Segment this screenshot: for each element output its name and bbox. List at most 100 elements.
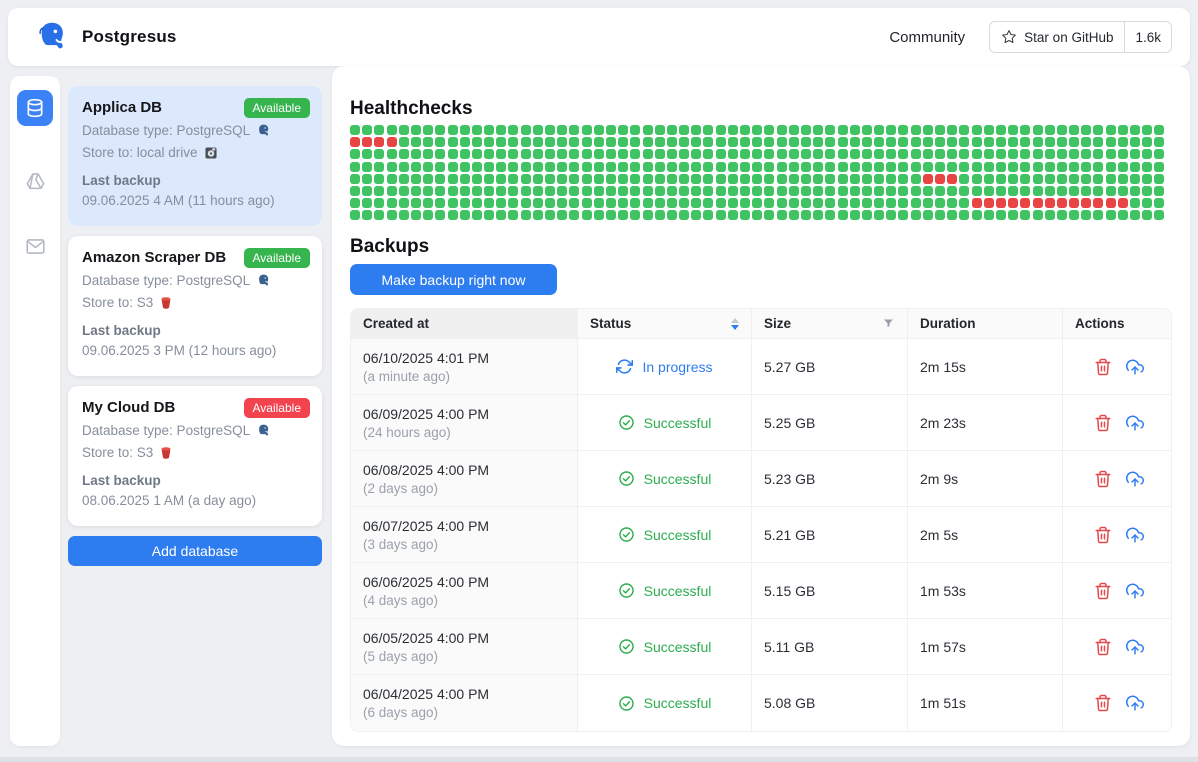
healthcheck-cell <box>898 174 908 184</box>
delete-backup-button[interactable] <box>1094 582 1112 600</box>
duration-cell: 1m 51s <box>908 675 1063 731</box>
healthcheck-cell <box>959 125 969 135</box>
star-on-github-segment[interactable]: Star on GitHub <box>990 22 1124 52</box>
healthcheck-cell <box>472 198 482 208</box>
make-backup-button[interactable]: Make backup right now <box>350 264 557 295</box>
healthcheck-cell <box>716 125 726 135</box>
restore-backup-button[interactable] <box>1126 414 1144 432</box>
healthcheck-cell <box>1033 149 1043 159</box>
nav-item-databases[interactable] <box>17 90 53 126</box>
healthcheck-cell <box>850 186 860 196</box>
column-label: Status <box>590 316 631 331</box>
healthcheck-cell <box>1008 174 1018 184</box>
healthcheck-cell <box>557 174 567 184</box>
healthcheck-cell <box>387 162 397 172</box>
healthcheck-cell <box>1069 137 1079 147</box>
healthcheck-cell <box>935 198 945 208</box>
github-star-count[interactable]: 1.6k <box>1124 22 1171 52</box>
restore-backup-button[interactable] <box>1126 470 1144 488</box>
healthcheck-cell <box>569 137 579 147</box>
healthcheck-cell <box>777 162 787 172</box>
healthcheck-cell <box>1106 174 1116 184</box>
column-header-size[interactable]: Size <box>752 309 908 339</box>
healthcheck-cell <box>801 210 811 220</box>
backup-relative-time: (2 days ago) <box>363 481 565 496</box>
healthcheck-cell <box>643 149 653 159</box>
healthcheck-cell <box>557 125 567 135</box>
backup-size: 5.25 GB <box>764 415 895 431</box>
healthcheck-cell <box>435 174 445 184</box>
delete-backup-button[interactable] <box>1094 638 1112 656</box>
healthcheck-cell <box>655 174 665 184</box>
database-card[interactable]: My Cloud DBAvailableDatabase type: Postg… <box>68 386 322 526</box>
restore-backup-button[interactable] <box>1126 582 1144 600</box>
healthcheck-cell <box>533 186 543 196</box>
healthcheck-cell <box>582 162 592 172</box>
restore-backup-button[interactable] <box>1126 638 1144 656</box>
healthcheck-cell <box>789 198 799 208</box>
healthcheck-cell <box>972 162 982 172</box>
table-body: 06/10/2025 4:01 PM(a minute ago)In progr… <box>351 339 1171 731</box>
nav-item-notifiers[interactable] <box>17 228 53 264</box>
healthcheck-cell <box>582 210 592 220</box>
column-header-status[interactable]: Status <box>578 309 752 339</box>
healthcheck-cell <box>1008 198 1018 208</box>
healthcheck-cell <box>777 186 787 196</box>
healthcheck-cell <box>387 149 397 159</box>
healthcheck-cell <box>1008 149 1018 159</box>
nav-item-storages[interactable] <box>17 162 53 198</box>
check-circle-icon <box>618 414 635 431</box>
created-at-cell: 06/09/2025 4:00 PM(24 hours ago) <box>351 395 578 451</box>
healthcheck-cell <box>972 198 982 208</box>
healthcheck-cell <box>508 137 518 147</box>
restore-backup-button[interactable] <box>1126 526 1144 544</box>
community-link[interactable]: Community <box>889 29 965 46</box>
healthcheck-cell <box>350 210 360 220</box>
healthcheck-cell <box>374 186 384 196</box>
healthcheck-cell <box>996 174 1006 184</box>
healthcheck-cell <box>606 186 616 196</box>
healthcheck-cell <box>1118 174 1128 184</box>
healthcheck-cell <box>655 125 665 135</box>
healthcheck-cell <box>643 125 653 135</box>
healthcheck-cell <box>1130 186 1140 196</box>
restore-backup-button[interactable] <box>1126 358 1144 376</box>
healthcheck-cell <box>606 137 616 147</box>
restore-backup-button[interactable] <box>1126 694 1144 712</box>
delete-backup-button[interactable] <box>1094 526 1112 544</box>
healthcheck-cell <box>1069 149 1079 159</box>
database-card[interactable]: Applica DBAvailableDatabase type: Postgr… <box>68 86 322 226</box>
backups-table: Created atStatusSizeDurationActions 06/1… <box>350 308 1172 732</box>
healthcheck-cell <box>448 162 458 172</box>
healthcheck-cell <box>825 162 835 172</box>
add-database-button[interactable]: Add database <box>68 536 322 566</box>
healthcheck-cell <box>606 162 616 172</box>
healthcheck-cell <box>496 198 506 208</box>
backup-relative-time: (24 hours ago) <box>363 425 565 440</box>
database-card[interactable]: Amazon Scraper DBAvailableDatabase type:… <box>68 236 322 376</box>
healthcheck-cell <box>728 174 738 184</box>
table-header-row: Created atStatusSizeDurationActions <box>351 309 1171 339</box>
healthcheck-cell <box>545 137 555 147</box>
healthcheck-cell <box>435 137 445 147</box>
healthcheck-cell <box>484 186 494 196</box>
healthcheck-cell <box>569 149 579 159</box>
column-header-created-at[interactable]: Created at <box>351 309 578 339</box>
healthcheck-cell <box>533 174 543 184</box>
delete-backup-button[interactable] <box>1094 358 1112 376</box>
healthcheck-cell <box>874 198 884 208</box>
star-on-github-button[interactable]: Star on GitHub 1.6k <box>989 21 1172 53</box>
drive-icon <box>25 170 46 191</box>
healthcheck-cell <box>1106 210 1116 220</box>
delete-backup-button[interactable] <box>1094 470 1112 488</box>
healthcheck-cell <box>350 137 360 147</box>
healthcheck-cell <box>1020 210 1030 220</box>
filter-icon[interactable] <box>882 317 895 330</box>
delete-backup-button[interactable] <box>1094 414 1112 432</box>
healthcheck-cell <box>1020 137 1030 147</box>
delete-backup-button[interactable] <box>1094 694 1112 712</box>
created-at-cell: 06/06/2025 4:00 PM(4 days ago) <box>351 563 578 619</box>
last-backup-label: Last backup <box>82 473 308 488</box>
healthcheck-cell <box>545 125 555 135</box>
sort-icon[interactable] <box>731 318 739 330</box>
